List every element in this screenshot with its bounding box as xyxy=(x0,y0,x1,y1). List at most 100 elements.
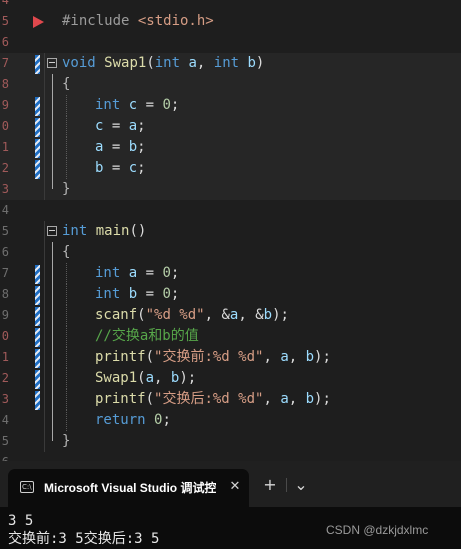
punctuation: , xyxy=(263,391,281,407)
code-comment: //交换a和b的值 xyxy=(95,328,199,344)
new-tab-button[interactable]: + xyxy=(260,475,280,495)
code-line: 6 { xyxy=(0,242,461,263)
console-tab[interactable]: C:\ Microsoft Visual Studio 调试控制台 ✕ xyxy=(8,469,249,507)
variable: c xyxy=(120,97,138,113)
current-statement-arrow-icon[interactable] xyxy=(33,16,44,28)
change-marker-icon xyxy=(35,55,40,74)
fold-guide xyxy=(52,389,53,410)
code-text: //交换a和b的值 xyxy=(95,326,199,347)
fold-guide xyxy=(52,410,53,431)
punctuation: , xyxy=(196,55,214,71)
code-text: int main() xyxy=(62,221,146,242)
code-line: 1 printf("交换前:%d %d", a, b); xyxy=(0,347,461,368)
collapse-icon[interactable] xyxy=(47,226,57,236)
code-text: b = c; xyxy=(95,158,146,179)
keyword: int xyxy=(95,265,121,281)
code-line: 6 xyxy=(0,452,461,461)
collapse-icon[interactable] xyxy=(47,58,57,68)
gutter-separator xyxy=(44,368,45,389)
gutter-separator xyxy=(44,74,45,95)
code-line: 5 } xyxy=(0,431,461,452)
change-marker-icon xyxy=(35,97,40,116)
gutter-separator xyxy=(44,347,45,368)
line-number: 3 xyxy=(1,392,9,406)
fold-guide xyxy=(52,179,53,189)
change-marker-icon xyxy=(35,328,40,347)
change-marker-icon xyxy=(35,139,40,158)
fold-guide xyxy=(52,158,53,179)
variable: b xyxy=(263,307,273,323)
punctuation: ( xyxy=(137,370,146,386)
keyword: int xyxy=(95,286,121,302)
indent-guide xyxy=(66,326,67,347)
code-editor[interactable]: 4 5 #include <stdio.h> 6 7 void Swap1(in… xyxy=(0,0,461,461)
code-text: c = a; xyxy=(95,116,146,137)
punctuation: ( xyxy=(146,55,155,71)
variable: c xyxy=(128,160,138,176)
function-call: printf xyxy=(95,349,146,365)
variable: a xyxy=(128,118,138,134)
gutter-separator xyxy=(44,263,45,284)
code-line: 8 { xyxy=(0,74,461,95)
preprocessor-directive: #include xyxy=(62,13,138,29)
line-number: 8 xyxy=(1,77,9,91)
punctuation: ; xyxy=(170,265,180,281)
chevron-down-icon[interactable]: ⌄ xyxy=(291,475,311,495)
gutter-separator xyxy=(44,326,45,347)
fold-guide xyxy=(52,95,53,116)
indent-guide xyxy=(66,158,67,179)
punctuation: ; xyxy=(170,286,180,302)
indent-guide xyxy=(66,116,67,137)
code-text: int c = 0; xyxy=(95,95,179,116)
line-number: 0 xyxy=(1,119,9,133)
code-text: a = b; xyxy=(95,137,146,158)
line-number: 7 xyxy=(1,56,9,70)
line-number: 6 xyxy=(0,452,9,461)
indent-guide xyxy=(66,284,67,305)
code-line: 5 #include <stdio.h> xyxy=(0,11,461,32)
parameter: b xyxy=(239,55,256,71)
change-marker-icon xyxy=(35,307,40,326)
code-line: 3 } xyxy=(0,179,461,200)
code-line: 2 Swap1(a, b); xyxy=(0,368,461,389)
number-literal: 0 xyxy=(162,286,171,302)
gutter-separator xyxy=(44,116,45,137)
variable: b xyxy=(120,286,138,302)
indent-guide xyxy=(66,410,67,431)
operator: = xyxy=(137,265,163,281)
punctuation: , xyxy=(263,349,281,365)
code-text: void Swap1(int a, int b) xyxy=(62,53,264,74)
line-number: 3 xyxy=(1,182,9,196)
console-output-line: 3 5 xyxy=(8,513,34,529)
gutter-separator xyxy=(44,95,45,116)
code-line: 0 c = a; xyxy=(0,116,461,137)
variable: a xyxy=(120,265,138,281)
punctuation: ); xyxy=(314,391,331,407)
punctuation: ; xyxy=(162,412,171,428)
close-brace: } xyxy=(62,181,71,197)
close-icon[interactable]: ✕ xyxy=(226,478,244,496)
change-marker-icon xyxy=(35,391,40,410)
code-text: int b = 0; xyxy=(95,284,179,305)
debug-console-window[interactable]: C:\ Microsoft Visual Studio 调试控制台 ✕ + ⌄ … xyxy=(0,461,461,549)
change-marker-icon xyxy=(35,118,40,137)
punctuation: , & xyxy=(238,307,264,323)
open-brace: { xyxy=(62,76,71,92)
console-output-line: 交换前:3 5交换后:3 5 xyxy=(8,531,160,547)
fold-guide xyxy=(52,368,53,389)
parameter: a xyxy=(180,55,197,71)
code-line: 6 xyxy=(0,32,461,53)
indent-guide xyxy=(66,368,67,389)
gutter-separator xyxy=(44,158,45,179)
code-line: 7 int a = 0; xyxy=(0,263,461,284)
string-literal: "交换前:%d %d" xyxy=(154,349,264,365)
code-text: Swap1(a, b); xyxy=(95,368,196,389)
line-number: 4 xyxy=(1,0,9,7)
fold-guide xyxy=(52,305,53,326)
indent-guide xyxy=(66,95,67,116)
line-number: 1 xyxy=(1,140,9,154)
fold-guide xyxy=(52,263,53,284)
punctuation: ( xyxy=(145,391,155,407)
gutter-separator xyxy=(44,305,45,326)
variable: b xyxy=(305,349,315,365)
